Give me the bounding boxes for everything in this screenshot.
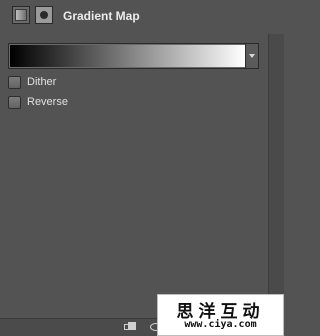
watermark-logo: 思洋互动 www.ciya.com <box>157 294 284 336</box>
reverse-checkbox[interactable] <box>8 96 21 109</box>
chevron-down-icon <box>249 54 255 58</box>
gradient-preview-bar[interactable] <box>10 45 245 67</box>
gradient-picker[interactable] <box>8 43 259 69</box>
gradient-dropdown-button[interactable] <box>245 44 258 68</box>
gradient-thumbnail-icon <box>15 9 27 21</box>
layer-mask-icon[interactable] <box>35 6 53 24</box>
mask-dot-icon <box>40 11 48 19</box>
clip-to-layer-icon[interactable] <box>124 322 136 332</box>
properties-panel: Gradient Map Dither Reverse 思洋互动 www.ciy… <box>0 0 284 336</box>
reverse-label: Reverse <box>27 96 68 108</box>
panel-header: Gradient Map <box>0 0 284 34</box>
adjustment-layer-icon[interactable] <box>12 6 30 24</box>
watermark-url: www.ciya.com <box>184 319 257 330</box>
dither-option[interactable]: Dither <box>8 76 128 90</box>
panel-title: Gradient Map <box>63 9 140 23</box>
panel-scrollbar[interactable] <box>268 34 284 294</box>
dither-checkbox[interactable] <box>8 76 21 89</box>
reverse-option[interactable]: Reverse <box>8 96 128 110</box>
dither-label: Dither <box>27 76 57 88</box>
